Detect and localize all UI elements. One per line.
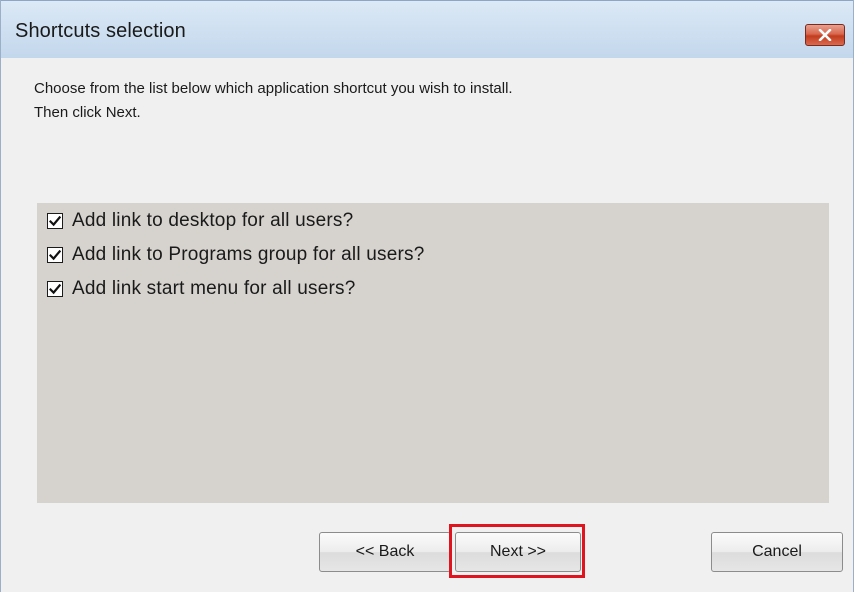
dialog-content: Choose from the list below which applica… [1, 58, 853, 592]
programs-group-link-checkbox[interactable] [47, 247, 63, 263]
options-panel: Add link to desktop for all users? Add l… [37, 203, 829, 503]
start-menu-link-label[interactable]: Add link start menu for all users? [72, 278, 355, 300]
checkmark-icon [49, 249, 61, 261]
window-title: Shortcuts selection [15, 20, 186, 42]
close-button[interactable] [805, 24, 845, 46]
checkmark-icon [49, 215, 61, 227]
instructions-text: Choose from the list below which applica… [34, 77, 513, 125]
option-start-menu-link[interactable]: Add link start menu for all users? [47, 275, 355, 303]
option-programs-group-link[interactable]: Add link to Programs group for all users… [47, 241, 424, 269]
cancel-button[interactable]: Cancel [711, 532, 843, 572]
next-button[interactable]: Next >> [455, 532, 581, 572]
option-desktop-link[interactable]: Add link to desktop for all users? [47, 207, 353, 235]
instructions-line-2: Then click Next. [34, 104, 141, 121]
start-menu-link-checkbox[interactable] [47, 281, 63, 297]
close-x-icon [818, 29, 832, 41]
desktop-link-checkbox[interactable] [47, 213, 63, 229]
instructions-line-1: Choose from the list below which applica… [34, 80, 513, 97]
back-button[interactable]: << Back [319, 532, 451, 572]
title-bar[interactable]: Shortcuts selection [1, 0, 853, 58]
checkmark-icon [49, 283, 61, 295]
desktop-link-label[interactable]: Add link to desktop for all users? [72, 210, 353, 232]
programs-group-link-label[interactable]: Add link to Programs group for all users… [72, 244, 424, 266]
dialog-window: Shortcuts selection Choose from the list… [0, 0, 854, 592]
